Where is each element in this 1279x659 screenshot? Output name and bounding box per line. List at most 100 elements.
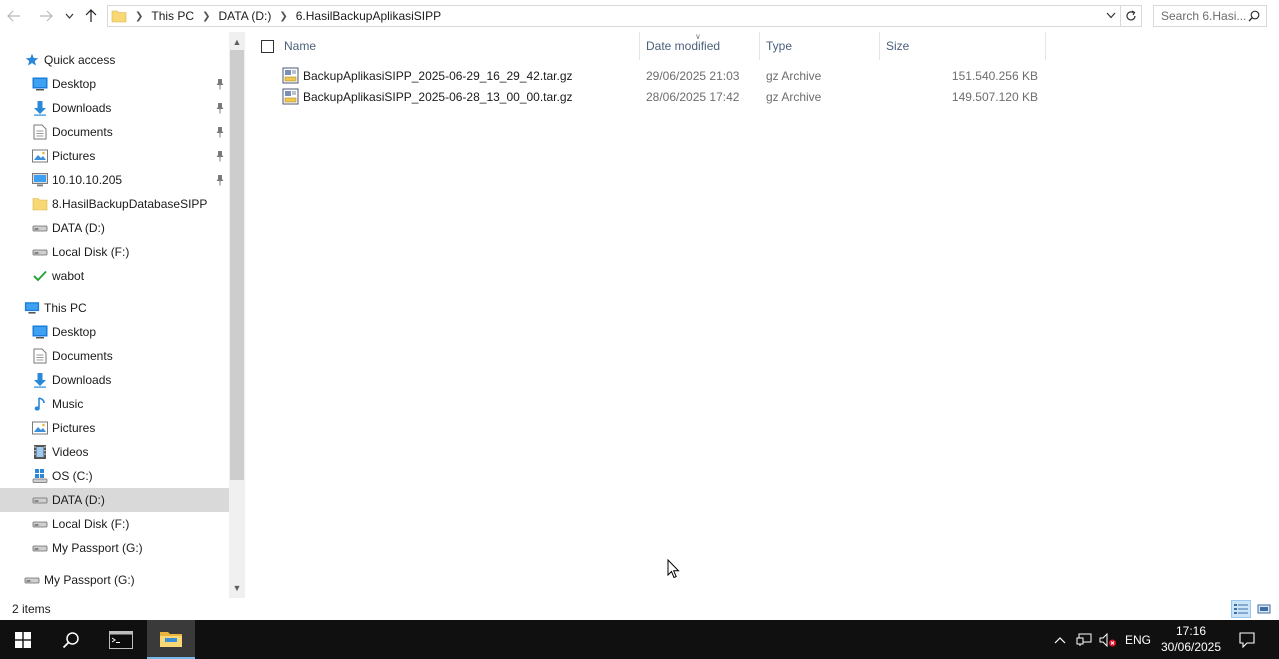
column-name[interactable]: Name — [278, 32, 640, 60]
pictures-icon — [32, 420, 48, 436]
download-arrow-icon — [32, 372, 48, 388]
nav-item[interactable]: Desktop — [0, 72, 229, 96]
nav-item[interactable]: 8.HasilBackupDatabaseSIPP — [0, 192, 229, 216]
archive-file-icon — [282, 88, 299, 105]
nav-item-label: DATA (D:) — [52, 221, 105, 235]
nav-item[interactable]: Downloads — [0, 368, 229, 392]
desktop-icon — [32, 324, 48, 340]
pin-icon — [215, 102, 225, 114]
navigation-tree: Quick access Desktop Downloads Documents Pic… — [0, 32, 229, 598]
nav-item-label: OS (C:) — [52, 469, 93, 483]
folder-icon — [32, 196, 48, 212]
nav-item[interactable]: OS (C:) — [0, 464, 229, 488]
nav-item-label: This PC — [44, 301, 87, 315]
nav-item[interactable]: DATA (D:) — [0, 216, 229, 240]
network-tray-button[interactable] — [1075, 620, 1093, 659]
item-count: 2 items — [12, 602, 51, 616]
scroll-up-icon[interactable]: ▲ — [229, 34, 245, 50]
search-taskbar-button[interactable] — [48, 620, 94, 659]
breadcrumb-chevron-icon[interactable]: ❯ — [202, 11, 210, 22]
nav-item-label: Downloads — [52, 373, 112, 387]
desktop-icon — [32, 76, 48, 92]
column-header: Name ∨ Date modified Type Size — [245, 32, 1046, 60]
nav-item[interactable]: Local Disk (F:) — [0, 512, 229, 536]
recent-locations-button[interactable] — [61, 6, 77, 26]
nav-item[interactable]: Pictures — [0, 144, 229, 168]
input-language-button[interactable]: ENG — [1125, 620, 1151, 659]
select-all-checkbox[interactable] — [261, 40, 274, 53]
volume-tray-button[interactable] — [1098, 620, 1118, 659]
breadcrumb-data-d[interactable]: DATA (D:) — [218, 9, 271, 23]
file-type: gz Archive — [766, 89, 822, 104]
file-row[interactable]: BackupAplikasiSIPP_2025-06-28_13_00_00.t… — [280, 86, 1045, 107]
nav-item-label: Quick access — [44, 53, 116, 67]
address-bar-row: ❯ This PC ❯ DATA (D:) ❯ 6.HasilBackupApl… — [0, 0, 1279, 32]
drive-icon — [32, 516, 48, 532]
nav-item[interactable]: Music — [0, 392, 229, 416]
search-box[interactable] — [1153, 5, 1267, 27]
nav-item-label: My Passport (G:) — [44, 573, 135, 587]
nav-item[interactable]: Local Disk (F:) — [0, 240, 229, 264]
nav-item-label: Local Disk (F:) — [52, 517, 130, 531]
pin-icon — [215, 150, 225, 162]
nav-item[interactable]: wabot — [0, 264, 229, 288]
file-explorer-icon — [160, 631, 182, 647]
details-view-button[interactable] — [1231, 600, 1251, 618]
details-view-icon — [1234, 604, 1248, 614]
file-size: 149.507.120 KB — [951, 89, 1038, 104]
scroll-down-icon[interactable]: ▼ — [229, 580, 245, 596]
scrollbar-thumb[interactable] — [230, 50, 244, 480]
up-button[interactable] — [81, 6, 101, 26]
nav-item-label: Music — [52, 397, 84, 411]
network-icon — [1076, 633, 1092, 646]
file-row[interactable]: BackupAplikasiSIPP_2025-06-29_16_29_42.t… — [280, 65, 1045, 86]
forward-button[interactable] — [36, 6, 56, 26]
refresh-button[interactable] — [1121, 5, 1142, 27]
breadcrumb-chevron-icon[interactable]: ❯ — [279, 11, 287, 22]
column-type[interactable]: Type — [760, 32, 880, 60]
nav-item[interactable]: Documents — [0, 120, 229, 144]
taskbar-clock[interactable]: 17:16 30/06/2025 — [1156, 623, 1226, 655]
archive-file-icon — [282, 67, 299, 84]
nav-item[interactable]: Downloads — [0, 96, 229, 120]
nav-item[interactable]: Quick access — [0, 48, 229, 72]
search-icon — [1248, 10, 1260, 22]
command-prompt-icon — [109, 630, 133, 649]
address-dropdown-icon[interactable] — [1106, 12, 1116, 19]
start-button[interactable] — [0, 620, 46, 659]
action-center-button[interactable] — [1234, 620, 1260, 659]
large-icons-view-button[interactable] — [1254, 600, 1274, 618]
column-size[interactable]: Size — [880, 32, 1046, 60]
nav-item[interactable]: Desktop — [0, 320, 229, 344]
notification-icon — [1239, 631, 1255, 648]
drive-icon — [32, 220, 48, 236]
nav-item[interactable]: This PC — [0, 296, 229, 320]
nav-item-label: Pictures — [52, 421, 96, 435]
show-hidden-icons-button[interactable] — [1052, 620, 1068, 659]
windows-drive-icon — [32, 468, 48, 484]
address-box[interactable]: ❯ This PC ❯ DATA (D:) ❯ 6.HasilBackupApl… — [107, 5, 1121, 27]
column-date-modified[interactable]: Date modified — [640, 32, 760, 60]
nav-item[interactable]: Documents — [0, 344, 229, 368]
nav-item[interactable]: 10.10.10.205 — [0, 168, 229, 192]
nav-item[interactable]: Pictures — [0, 416, 229, 440]
nav-item[interactable]: DATA (D:) — [0, 488, 229, 512]
nav-item[interactable]: Videos — [0, 440, 229, 464]
mouse-cursor-icon — [667, 559, 680, 579]
nav-item-label: Documents — [52, 349, 113, 363]
command-prompt-taskbar-button[interactable] — [97, 620, 145, 659]
nav-item[interactable]: My Passport (G:) — [0, 568, 229, 592]
nav-scrollbar[interactable]: ▲ ▼ — [229, 32, 245, 598]
back-button[interactable] — [4, 6, 24, 26]
nav-item-label: Local Disk (F:) — [52, 245, 130, 259]
nav-item[interactable]: My Passport (G:) — [0, 536, 229, 560]
taskbar: ENG 17:16 30/06/2025 — [0, 620, 1279, 659]
search-input[interactable] — [1161, 9, 1249, 23]
breadcrumb-this-pc[interactable]: This PC — [151, 9, 194, 23]
breadcrumb-current-folder[interactable]: 6.HasilBackupAplikasiSIPP — [296, 9, 441, 23]
green-check-icon — [32, 268, 48, 284]
file-explorer-taskbar-button[interactable] — [147, 620, 195, 659]
nav-item-label: Desktop — [52, 325, 97, 339]
network-computer-icon — [32, 172, 48, 188]
breadcrumb-chevron-icon[interactable]: ❯ — [135, 11, 143, 22]
